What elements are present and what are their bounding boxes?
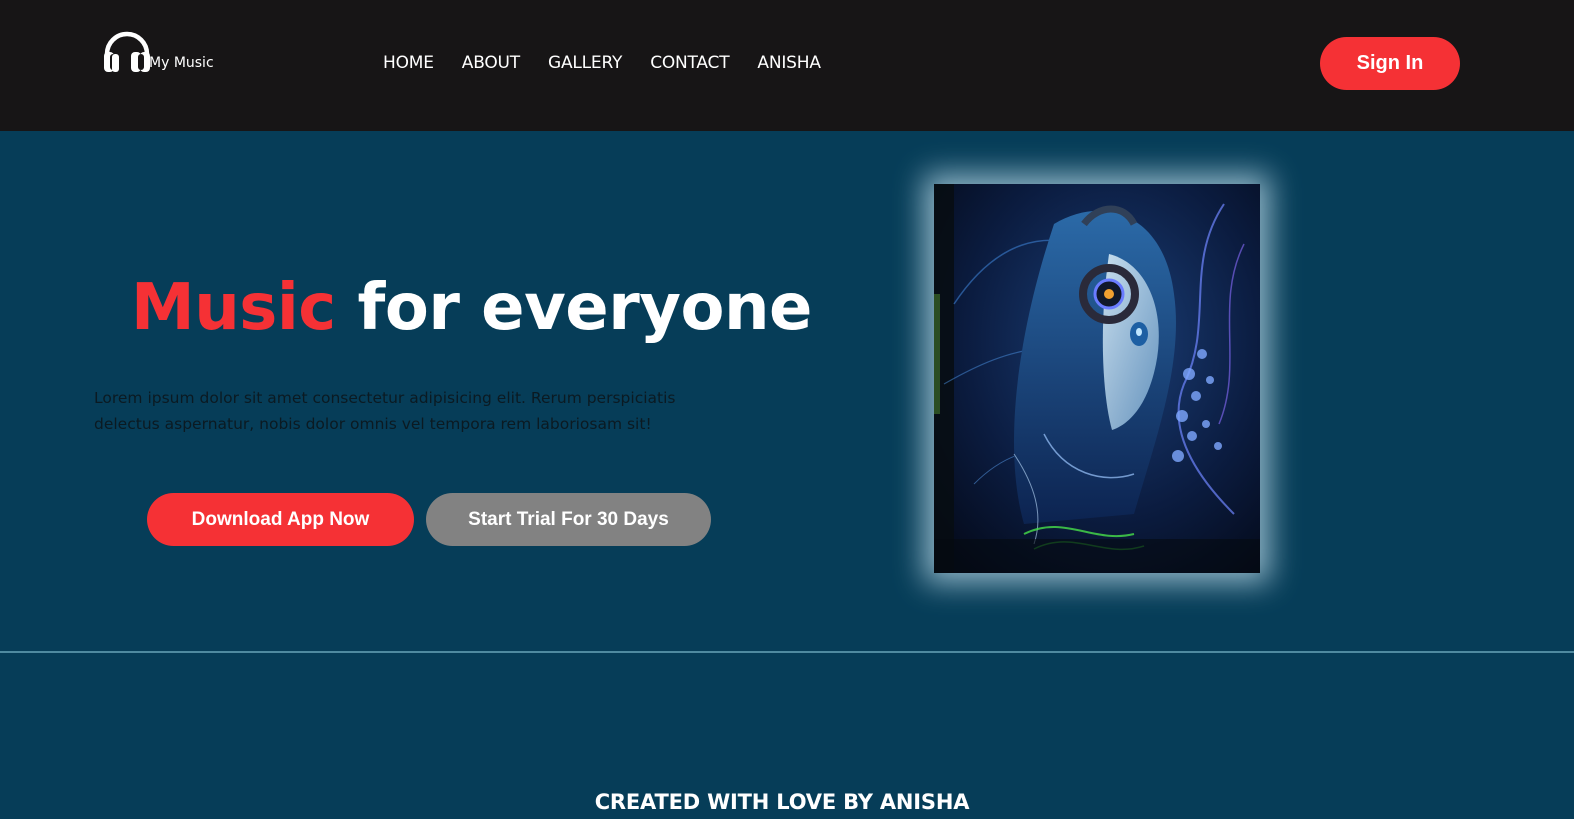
nav-link-contact[interactable]: CONTACT (650, 53, 729, 73)
sign-in-button[interactable]: Sign In (1320, 37, 1460, 90)
hero-description: Lorem ipsum dolor sit amet consectetur a… (94, 389, 676, 433)
start-trial-button[interactable]: Start Trial For 30 Days (426, 493, 711, 546)
nav-link-about[interactable]: ABOUT (462, 53, 520, 73)
hero-title-accent: Music (131, 271, 336, 345)
hero-title: Music for everyone (131, 271, 812, 345)
logo[interactable]: My Music (101, 30, 221, 80)
nav-link-home[interactable]: HOME (383, 53, 434, 73)
brand-name: My Music (149, 55, 214, 71)
hero-title-rest: for everyone (335, 271, 813, 345)
download-app-button[interactable]: Download App Now (147, 493, 414, 546)
section-divider (0, 651, 1574, 653)
footer-credit: CREATED WITH LOVE BY ANISHA (594, 790, 970, 814)
nav-menu: HOME ABOUT GALLERY CONTACT ANISHA (383, 53, 821, 73)
nav-link-anisha[interactable]: ANISHA (757, 53, 821, 73)
navbar: My Music HOME ABOUT GALLERY CONTACT ANIS… (0, 0, 1574, 131)
nav-link-gallery[interactable]: GALLERY (548, 53, 622, 73)
hero-image (934, 184, 1260, 573)
headphones-icon (104, 31, 150, 72)
anime-girl-headphones-image (934, 184, 1260, 573)
